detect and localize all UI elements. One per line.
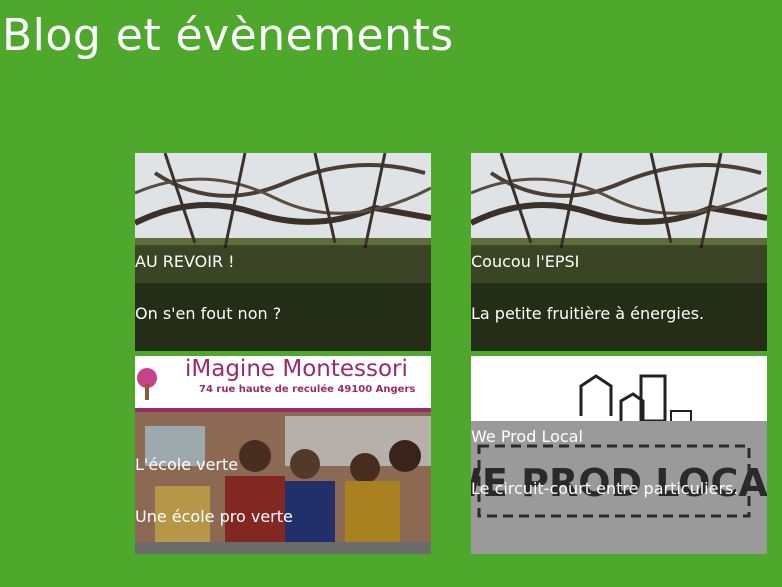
montessori-logo-name: iMagine Montessori [185,356,408,382]
blog-card[interactable]: WE PROD LOCAL We Prod Local Le circuit-c… [471,356,767,554]
card-title: L'école verte [135,455,239,474]
card-title: AU REVOIR ! [135,252,235,271]
card-subtitle: On s'en fout non ? [135,304,282,323]
card-subtitle: Le circuit-court entre particuliers. [471,479,739,498]
page-title: Blog et évènements [2,10,454,61]
blog-card[interactable]: Coucou l'EPSI La petite fruitière à éner… [471,153,767,351]
card-subtitle: La petite fruitière à énergies. [471,304,705,323]
blog-card[interactable]: AU REVOIR ! On s'en fout non ? [135,153,431,351]
blog-card[interactable]: iMagine Montessori 74 rue haute de recul… [135,356,431,554]
card-title: Coucou l'EPSI [471,252,580,271]
card-subtitle: Une école pro verte [135,507,293,526]
card-image-we-prod-local: WE PROD LOCAL [471,356,767,554]
montessori-logo-address: 74 rue haute de reculée 49100 Angers [199,384,416,395]
card-title: We Prod Local [471,427,583,446]
